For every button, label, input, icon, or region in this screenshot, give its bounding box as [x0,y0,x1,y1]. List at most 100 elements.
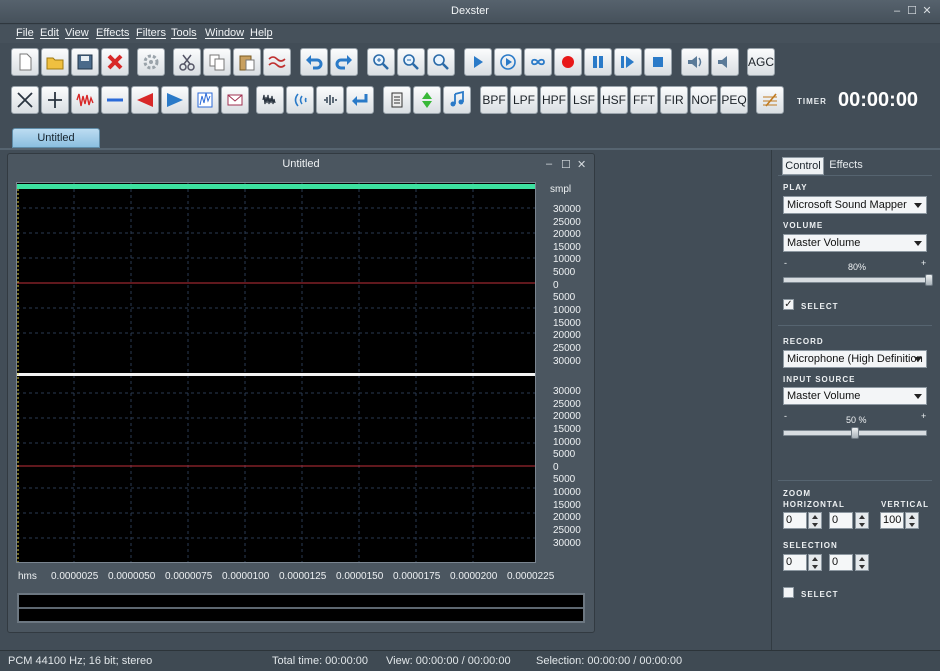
copy-button[interactable] [203,48,231,76]
selection-start-stepper[interactable] [808,554,822,571]
minimize-icon[interactable]: – [891,5,903,17]
filter-bpf-button[interactable]: BPF [480,86,508,114]
overview-strip[interactable] [17,593,585,623]
filter-lpf-button[interactable]: LPF [510,86,538,114]
maximize-icon[interactable]: ☐ [561,158,571,171]
record-button[interactable] [554,48,582,76]
chorus-button[interactable] [316,86,344,114]
tab-untitled[interactable]: Untitled [12,128,100,148]
fast-forward-button[interactable] [614,48,642,76]
tab-effects[interactable]: Effects [826,157,866,175]
close-file-button[interactable] [101,48,129,76]
filter-hpf-button[interactable]: HPF [540,86,568,114]
pause-button[interactable] [584,48,612,76]
filter-lsf-button[interactable]: LSF [570,86,598,114]
zoom-out-button[interactable] [397,48,425,76]
music-button[interactable] [443,86,471,114]
trim-button[interactable] [41,86,69,114]
zoom-vertical-stepper[interactable] [905,512,919,529]
menu-view[interactable]: View [65,27,89,39]
insert-silence-button[interactable] [221,86,249,114]
play-volume-slider[interactable] [783,274,933,286]
zoom-h1-input[interactable]: 0 [783,512,807,529]
play-button[interactable] [464,48,492,76]
settings-button[interactable] [137,48,165,76]
filter-fir-button[interactable]: FIR [660,86,688,114]
zoom-h2-stepper[interactable] [855,512,869,529]
mix-paste-button[interactable] [263,48,291,76]
record-volume-slider[interactable] [783,427,927,439]
document-title: Untitled [282,158,320,170]
play-select-checkbox[interactable]: ✓ [783,299,794,310]
menu-bar: File Edit View Effects Filters Tools Win… [0,25,940,43]
paste-button[interactable] [233,48,261,76]
fade-in-button[interactable] [131,86,159,114]
tab-control[interactable]: Control [782,157,824,175]
selection-end-input[interactable]: 0 [829,554,853,571]
play-device-select[interactable]: Microsoft Sound Mapper [783,196,927,214]
menu-window[interactable]: Window [205,27,244,39]
play-selection-button[interactable] [494,48,522,76]
ch1-tick: 10000 [553,305,581,316]
pitch-button[interactable] [413,86,441,114]
menu-effects[interactable]: Effects [96,27,129,39]
trim-icon [48,92,62,108]
filter-fft-button[interactable]: FFT [630,86,658,114]
redo-button[interactable] [330,48,358,76]
minimize-icon[interactable]: – [546,158,552,170]
undo-button[interactable] [300,48,328,76]
volume-label: VOLUME [783,221,824,230]
wave-red-icon [76,93,94,107]
ch2-tick: 0 [553,462,559,473]
filter-nof-button[interactable]: NOF [690,86,718,114]
waveform-display[interactable] [16,182,536,563]
ch2-tick: 25000 [553,525,581,536]
input-source-select[interactable]: Master Volume [783,387,927,405]
stop-button[interactable] [644,48,672,76]
close-icon[interactable]: ✕ [921,5,933,17]
ch2-tick: 15000 [553,500,581,511]
selection-end-stepper[interactable] [855,554,869,571]
slider-thumb[interactable] [851,427,859,439]
normalize-button[interactable] [101,86,129,114]
reverse-button[interactable] [191,86,219,114]
menu-file[interactable]: File [16,27,34,39]
noise-button[interactable] [256,86,284,114]
zoom-h1-stepper[interactable] [808,512,822,529]
record-device-select[interactable]: Microphone (High Definition [783,350,927,368]
new-file-button[interactable] [11,48,39,76]
fade-out-button[interactable] [161,86,189,114]
selection-start-input[interactable]: 0 [783,554,807,571]
selection-select-checkbox[interactable] [783,587,794,598]
zoom-full-button[interactable] [427,48,455,76]
menu-help[interactable]: Help [250,27,273,39]
zoom-h2-input[interactable]: 0 [829,512,853,529]
record-volume-button[interactable] [711,48,739,76]
volume-source-select[interactable]: Master Volume [783,234,927,252]
maximize-icon[interactable]: ☐ [906,5,918,17]
filter-peq-button[interactable]: PEQ [720,86,748,114]
close-icon[interactable]: ✕ [577,158,586,171]
slider-thumb[interactable] [925,274,933,286]
open-file-button[interactable] [41,48,69,76]
amplify-button[interactable] [71,86,99,114]
menu-tools[interactable]: Tools [171,27,197,39]
tempo-button[interactable] [383,86,411,114]
play-volume-button[interactable] [681,48,709,76]
cut-button[interactable] [173,48,201,76]
notes-button[interactable] [756,86,784,114]
echo-button[interactable] [286,86,314,114]
menu-filters[interactable]: Filters [136,27,166,39]
save-button[interactable] [71,48,99,76]
zoom-in-button[interactable] [367,48,395,76]
return-button[interactable] [346,86,374,114]
loop-button[interactable] [524,48,552,76]
filter-hsf-button[interactable]: HSF [600,86,628,114]
play-level-text: 80% [848,262,867,272]
zoom-vertical-input[interactable]: 100 [880,512,904,529]
agc-button[interactable]: AGC [747,48,775,76]
record-device-value: Microphone (High Definition [787,353,923,365]
select-all-button[interactable] [11,86,39,114]
filter-label: LPF [512,93,535,107]
menu-edit[interactable]: Edit [40,27,59,39]
